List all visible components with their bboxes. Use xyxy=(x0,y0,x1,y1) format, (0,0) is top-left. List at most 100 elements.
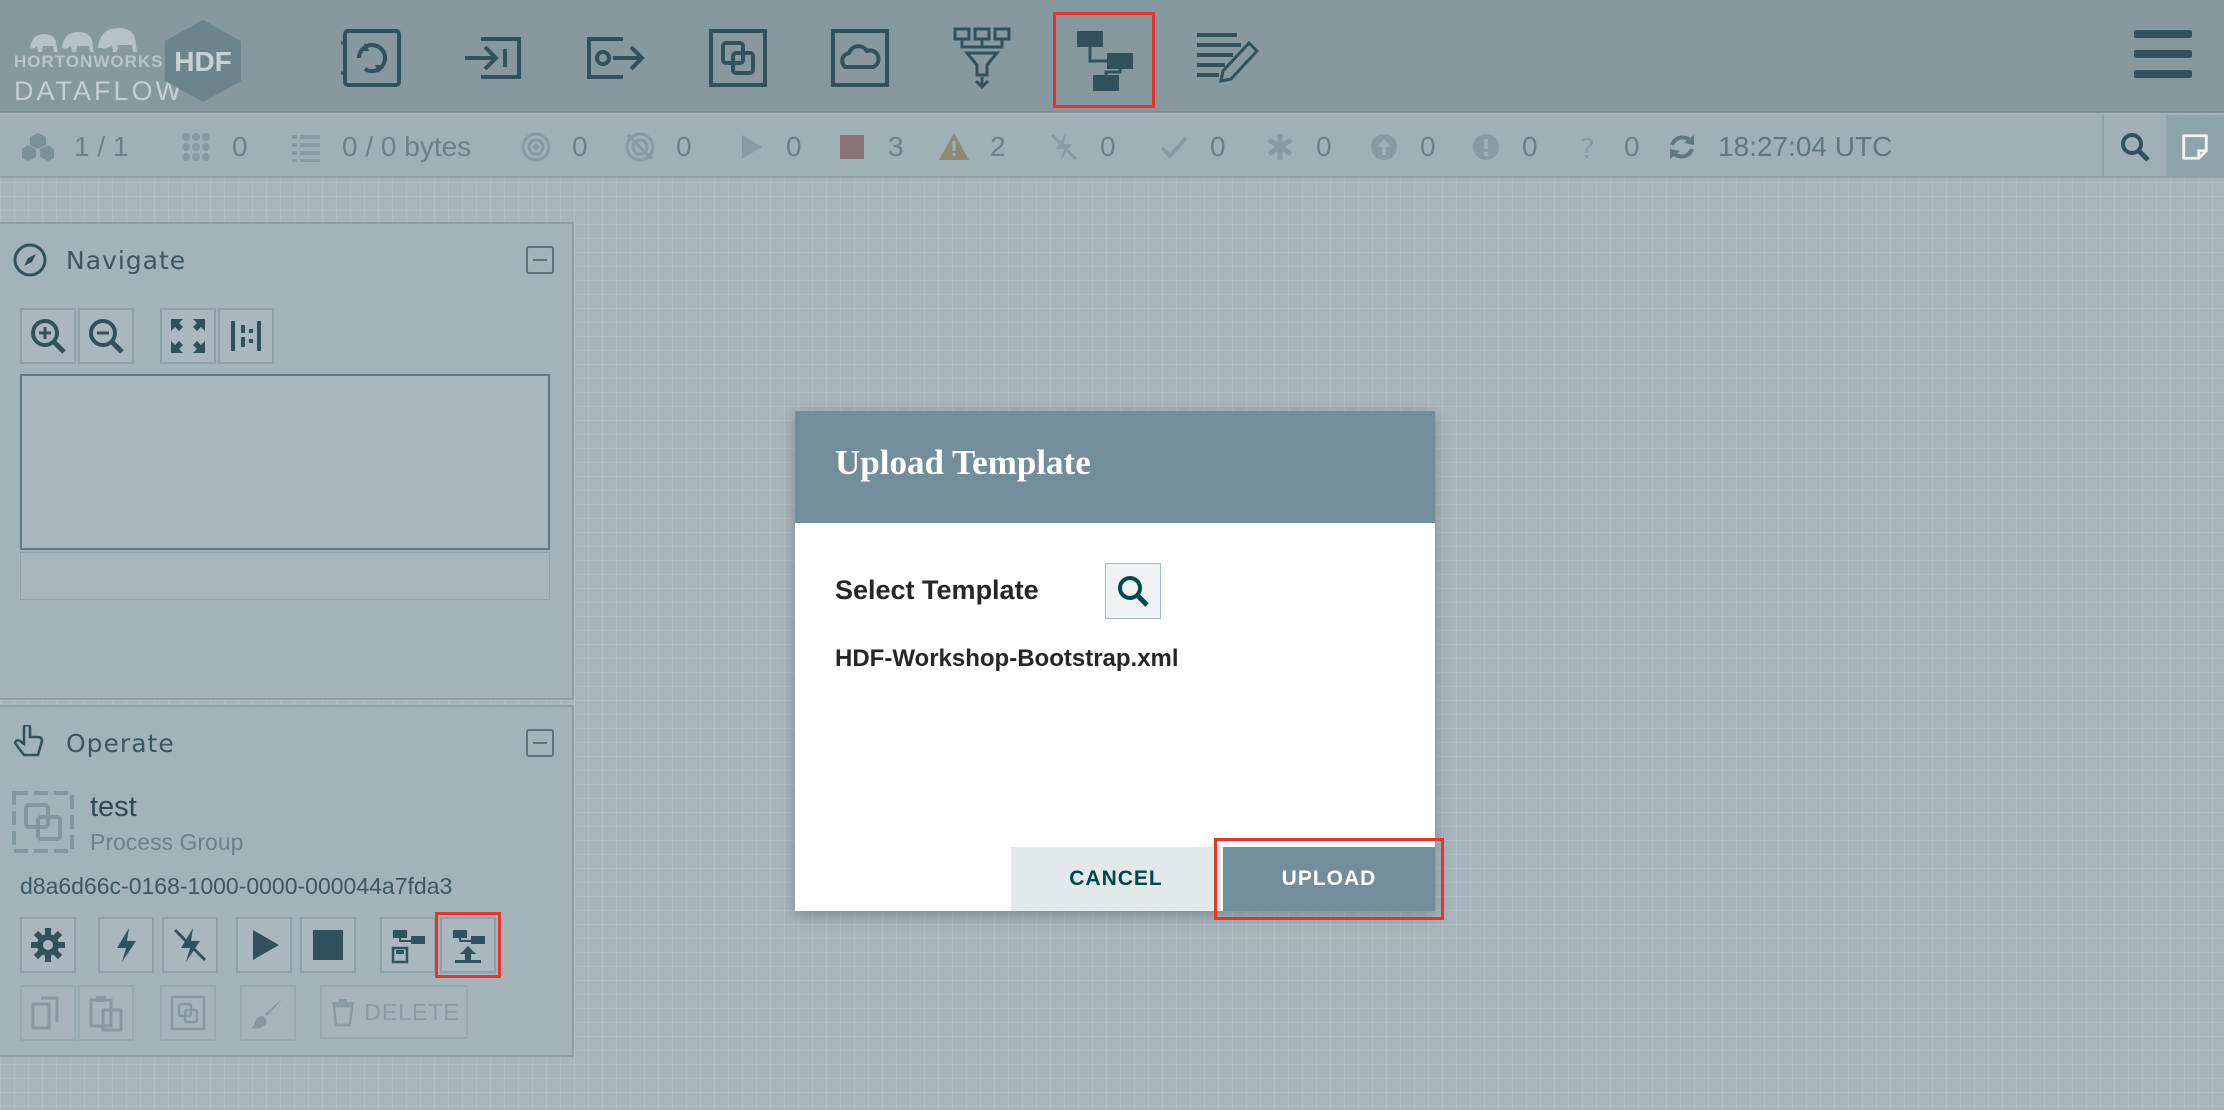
actual-size-button[interactable] xyxy=(218,308,274,364)
upload-template-icon xyxy=(453,930,485,963)
status-transmitting-remote-value: 0 xyxy=(572,130,588,162)
status-not-transmitting-remote: 0 xyxy=(622,115,692,178)
zoom-in-icon xyxy=(31,319,66,354)
exclamation-circle-icon xyxy=(1473,133,1499,160)
status-invalid-value: 2 xyxy=(990,130,1006,162)
upload-template-dialog: Upload Template Select Template HDF-Work… xyxy=(795,411,1444,920)
copy-button[interactable] xyxy=(20,985,76,1041)
last-refreshed-value: 18:27:04 UTC xyxy=(1718,130,1893,162)
status-transmitting: 1 / 1 xyxy=(20,115,128,178)
status-stopped-value: 3 xyxy=(888,130,904,162)
gear-icon xyxy=(31,928,65,962)
question-icon: ? xyxy=(1580,132,1595,163)
toolbar-label-button[interactable] xyxy=(1186,18,1266,98)
birdseye-scroll-strip xyxy=(20,552,550,600)
status-stopped: 3 xyxy=(834,115,904,178)
bulletin-board-button[interactable] xyxy=(2166,115,2224,178)
status-queued-count: 0 xyxy=(178,115,248,178)
hdf-badge: HDF xyxy=(162,18,244,104)
fit-button[interactable] xyxy=(160,308,216,364)
process-group-icon xyxy=(709,29,767,87)
top-toolbar: HORTONWORKS DATAFLOW HDF xyxy=(0,0,2224,113)
check-icon xyxy=(1160,136,1188,159)
compass-icon xyxy=(13,243,47,277)
toolbar-template-button[interactable] xyxy=(1053,12,1155,108)
toolbar-process-group-button[interactable] xyxy=(698,18,778,98)
zoom-out-button[interactable] xyxy=(78,308,134,364)
dialog-title: Upload Template xyxy=(835,443,1091,482)
menu-bar-icon xyxy=(2134,30,2192,38)
flash-disabled-icon xyxy=(173,928,207,962)
stop-icon xyxy=(840,134,864,159)
status-locally-modified-and-stale: 0 xyxy=(1468,115,1538,178)
status-invalid: 2 xyxy=(936,115,1006,178)
create-template-button[interactable] xyxy=(380,917,436,973)
flash-disabled-icon xyxy=(1050,132,1078,161)
birdseye-view[interactable] xyxy=(20,374,550,550)
list-icon xyxy=(292,134,320,162)
start-button[interactable] xyxy=(236,917,292,973)
brand-product: DATAFLOW xyxy=(14,76,184,106)
play-icon xyxy=(253,930,279,960)
status-disabled-value: 0 xyxy=(1100,130,1116,162)
warning-icon xyxy=(939,132,969,160)
operate-collapse-button[interactable] xyxy=(526,729,554,757)
cancel-button[interactable]: CANCEL xyxy=(1011,847,1221,911)
toolbar-processor-button[interactable] xyxy=(332,18,412,98)
status-up-to-date: 0 xyxy=(1156,115,1226,178)
refresh-button[interactable] xyxy=(1664,129,1700,165)
paste-button[interactable] xyxy=(78,985,134,1041)
toolbar-remote-process-group-button[interactable] xyxy=(820,18,900,98)
refresh-icon xyxy=(1670,134,1694,159)
configure-button[interactable] xyxy=(20,917,76,973)
copy-icon xyxy=(31,996,59,1030)
operate-header[interactable]: Operate xyxy=(12,723,175,763)
process-group-icon xyxy=(12,791,74,853)
global-menu-button[interactable] xyxy=(2134,30,2192,82)
bullseye-icon xyxy=(521,132,551,161)
processor-icon xyxy=(341,29,401,87)
save-template-icon xyxy=(391,930,425,964)
group-button[interactable] xyxy=(160,985,216,1041)
toolbar-output-port-button[interactable] xyxy=(576,18,656,98)
upload-template-button[interactable] xyxy=(435,912,501,978)
delete-button[interactable]: DELETE xyxy=(320,985,468,1039)
hortonworks-logo: HORTONWORKS DATAFLOW HDF xyxy=(12,14,244,106)
search-button[interactable] xyxy=(2102,115,2166,178)
navigate-title: Navigate xyxy=(66,245,187,275)
upload-button[interactable]: UPLOAD xyxy=(1214,838,1444,920)
zoom-in-button[interactable] xyxy=(20,308,76,364)
delete-label: DELETE xyxy=(364,998,460,1025)
selected-component-type: Process Group xyxy=(90,829,244,855)
change-color-button[interactable] xyxy=(240,985,296,1041)
toolbar-input-port-button[interactable] xyxy=(454,18,534,98)
status-queued-bytes-value: 0 / 0 bytes xyxy=(342,130,472,162)
menu-bar-icon xyxy=(2134,50,2192,58)
disable-button[interactable] xyxy=(162,917,218,973)
svg-text:?: ? xyxy=(1580,132,1595,163)
enable-button[interactable] xyxy=(98,917,154,973)
browse-template-button[interactable] xyxy=(1105,563,1161,619)
input-port-icon xyxy=(465,37,521,79)
dialog-header: Upload Template xyxy=(795,411,1435,523)
flash-icon xyxy=(117,928,136,962)
status-transmitting-value: 1 / 1 xyxy=(74,130,129,162)
status-sync-failure: ? 0 xyxy=(1570,115,1640,178)
operate-title: Operate xyxy=(66,728,175,758)
status-up-to-date-value: 0 xyxy=(1210,130,1226,162)
flow-status-bar: 1 / 1 0 0 / 0 bytes 0 0 0 3 2 0 0 0 0 0 … xyxy=(0,115,2224,178)
status-transmitting-remote: 0 xyxy=(518,115,588,178)
status-queued-bytes: 0 / 0 bytes xyxy=(288,115,471,178)
toolbar-funnel-button[interactable] xyxy=(942,18,1022,98)
stop-button[interactable] xyxy=(300,917,356,973)
group-icon xyxy=(170,995,206,1031)
output-port-icon xyxy=(587,37,645,79)
status-locally-modified-value: 0 xyxy=(1316,130,1332,162)
asterisk-icon xyxy=(1267,133,1293,160)
navigate-header[interactable]: Navigate xyxy=(12,240,186,280)
status-locally-modified-and-stale-value: 0 xyxy=(1522,130,1538,162)
navigate-collapse-button[interactable] xyxy=(526,246,554,274)
zoom-out-icon xyxy=(89,319,124,354)
status-running-value: 0 xyxy=(786,130,802,162)
play-icon xyxy=(742,134,762,159)
